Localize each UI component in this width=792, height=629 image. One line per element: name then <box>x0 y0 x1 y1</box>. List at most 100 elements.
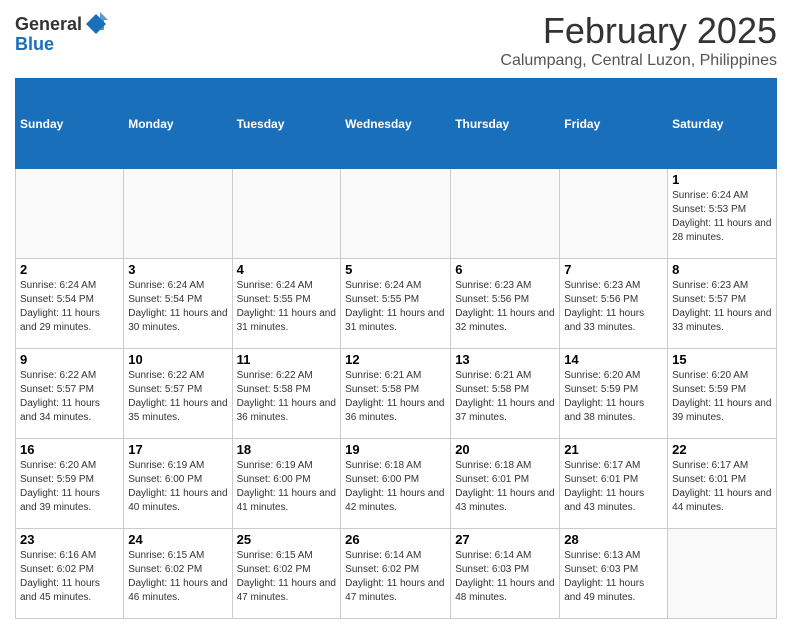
calendar-cell: 8Sunrise: 6:23 AM Sunset: 5:57 PM Daylig… <box>668 259 777 349</box>
day-info: Sunrise: 6:21 AM Sunset: 5:58 PM Dayligh… <box>455 369 555 425</box>
day-number: 23 <box>20 532 119 547</box>
logo: General Blue <box>15 10 110 55</box>
day-number: 10 <box>128 352 227 367</box>
day-number: 17 <box>128 442 227 457</box>
calendar-cell: 22 Sunrise: 6:17 AM Sunset: 6:01 PM Dayli… <box>668 439 777 529</box>
logo-icon <box>82 10 110 38</box>
calendar-cell <box>560 169 668 259</box>
day-info: Sunrise: 6:19 AM Sunset: 6:00 PM Dayligh… <box>237 459 337 515</box>
day-info: Sunrise: 6:24 AM Sunset: 5:55 PM Dayligh… <box>237 279 337 335</box>
calendar-cell: 21 Sunrise: 6:17 AM Sunset: 6:01 PM Dayli… <box>560 439 668 529</box>
header: General Blue February 2025 Calumpang, Ce… <box>15 10 777 70</box>
calendar-cell: 25 Sunrise: 6:15 AM Sunset: 6:02 PM Dayli… <box>232 529 341 619</box>
day-info: Sunrise: 6:18 AM Sunset: 6:00 PM Dayligh… <box>345 459 446 515</box>
day-info: Sunrise: 6:22 AM Sunset: 5:57 PM Dayligh… <box>20 369 119 425</box>
calendar-week-row: 2 Sunrise: 6:24 AM Sunset: 5:54 PM Daylig… <box>16 259 777 349</box>
calendar-cell: 4 Sunrise: 6:24 AM Sunset: 5:55 PM Daylig… <box>232 259 341 349</box>
day-number: 28 <box>564 532 663 547</box>
weekday-header: Monday <box>124 79 232 169</box>
day-number: 27 <box>455 532 555 547</box>
calendar-cell: 15 Sunrise: 6:20 AM Sunset: 5:59 PM Dayli… <box>668 349 777 439</box>
calendar-cell: 19 Sunrise: 6:18 AM Sunset: 6:00 PM Dayli… <box>341 439 451 529</box>
day-info: Sunrise: 6:23 AM Sunset: 5:56 PM Dayligh… <box>564 279 663 335</box>
logo-general-text: General <box>15 14 82 35</box>
weekday-header: Thursday <box>451 79 560 169</box>
calendar-cell: 10Sunrise: 6:22 AM Sunset: 5:57 PM Dayli… <box>124 349 232 439</box>
calendar-cell: 2 Sunrise: 6:24 AM Sunset: 5:54 PM Daylig… <box>16 259 124 349</box>
day-info: Sunrise: 6:24 AM Sunset: 5:54 PM Dayligh… <box>128 279 227 335</box>
weekday-header: Friday <box>560 79 668 169</box>
day-number: 14 <box>564 352 663 367</box>
calendar-table: SundayMondayTuesdayWednesdayThursdayFrid… <box>15 78 777 619</box>
day-info: Sunrise: 6:13 AM Sunset: 6:03 PM Dayligh… <box>564 549 663 605</box>
day-number: 13 <box>455 352 555 367</box>
calendar-cell: 17 Sunrise: 6:19 AM Sunset: 6:00 PM Dayli… <box>124 439 232 529</box>
calendar-cell: 7 Sunrise: 6:23 AM Sunset: 5:56 PM Daylig… <box>560 259 668 349</box>
calendar-cell: 24 Sunrise: 6:15 AM Sunset: 6:02 PM Dayli… <box>124 529 232 619</box>
day-number: 5 <box>345 262 446 277</box>
weekday-header: Sunday <box>16 79 124 169</box>
day-number: 15 <box>672 352 772 367</box>
calendar-cell <box>451 169 560 259</box>
calendar-cell: 26Sunrise: 6:14 AM Sunset: 6:02 PM Dayli… <box>341 529 451 619</box>
calendar-cell <box>232 169 341 259</box>
day-info: Sunrise: 6:21 AM Sunset: 5:58 PM Dayligh… <box>345 369 446 425</box>
calendar-cell: 20 Sunrise: 6:18 AM Sunset: 6:01 PM Dayli… <box>451 439 560 529</box>
day-number: 18 <box>237 442 337 457</box>
day-number: 4 <box>237 262 337 277</box>
day-number: 24 <box>128 532 227 547</box>
calendar-cell: 3 Sunrise: 6:24 AM Sunset: 5:54 PM Daylig… <box>124 259 232 349</box>
calendar-cell <box>668 529 777 619</box>
day-info: Sunrise: 6:14 AM Sunset: 6:03 PM Dayligh… <box>455 549 555 605</box>
day-info: Sunrise: 6:18 AM Sunset: 6:01 PM Dayligh… <box>455 459 555 515</box>
calendar-cell: 14 Sunrise: 6:20 AM Sunset: 5:59 PM Dayli… <box>560 349 668 439</box>
page-container: General Blue February 2025 Calumpang, Ce… <box>0 0 792 629</box>
day-info: Sunrise: 6:20 AM Sunset: 5:59 PM Dayligh… <box>20 459 119 515</box>
day-number: 25 <box>237 532 337 547</box>
day-info: Sunrise: 6:15 AM Sunset: 6:02 PM Dayligh… <box>237 549 337 605</box>
calendar-cell: 27 Sunrise: 6:14 AM Sunset: 6:03 PM Dayli… <box>451 529 560 619</box>
day-number: 2 <box>20 262 119 277</box>
day-number: 7 <box>564 262 663 277</box>
day-info: Sunrise: 6:19 AM Sunset: 6:00 PM Dayligh… <box>128 459 227 515</box>
day-info: Sunrise: 6:24 AM Sunset: 5:54 PM Dayligh… <box>20 279 119 335</box>
day-number: 20 <box>455 442 555 457</box>
calendar-week-row: 16 Sunrise: 6:20 AM Sunset: 5:59 PM Dayli… <box>16 439 777 529</box>
day-info: Sunrise: 6:15 AM Sunset: 6:02 PM Dayligh… <box>128 549 227 605</box>
day-number: 8 <box>672 262 772 277</box>
location: Calumpang, Central Luzon, Philippines <box>500 52 777 70</box>
day-number: 16 <box>20 442 119 457</box>
day-number: 21 <box>564 442 663 457</box>
day-number: 3 <box>128 262 227 277</box>
day-info: Sunrise: 6:23 AM Sunset: 5:56 PM Dayligh… <box>455 279 555 335</box>
calendar-cell: 6Sunrise: 6:23 AM Sunset: 5:56 PM Daylig… <box>451 259 560 349</box>
calendar-cell <box>341 169 451 259</box>
day-info: Sunrise: 6:17 AM Sunset: 6:01 PM Dayligh… <box>564 459 663 515</box>
day-number: 19 <box>345 442 446 457</box>
calendar-week-row: 23 Sunrise: 6:16 AM Sunset: 6:02 PM Dayli… <box>16 529 777 619</box>
calendar-cell: 12 Sunrise: 6:21 AM Sunset: 5:58 PM Dayli… <box>341 349 451 439</box>
calendar-week-row: 1Sunrise: 6:24 AM Sunset: 5:53 PM Daylig… <box>16 169 777 259</box>
day-info: Sunrise: 6:16 AM Sunset: 6:02 PM Dayligh… <box>20 549 119 605</box>
day-info: Sunrise: 6:20 AM Sunset: 5:59 PM Dayligh… <box>564 369 663 425</box>
day-number: 12 <box>345 352 446 367</box>
day-info: Sunrise: 6:22 AM Sunset: 5:58 PM Dayligh… <box>237 369 337 425</box>
weekday-header-row: SundayMondayTuesdayWednesdayThursdayFrid… <box>16 79 777 169</box>
calendar-cell: 13 Sunrise: 6:21 AM Sunset: 5:58 PM Dayli… <box>451 349 560 439</box>
day-info: Sunrise: 6:17 AM Sunset: 6:01 PM Dayligh… <box>672 459 772 515</box>
day-info: Sunrise: 6:20 AM Sunset: 5:59 PM Dayligh… <box>672 369 772 425</box>
calendar-cell: 28 Sunrise: 6:13 AM Sunset: 6:03 PM Dayli… <box>560 529 668 619</box>
calendar-cell: 18 Sunrise: 6:19 AM Sunset: 6:00 PM Dayli… <box>232 439 341 529</box>
calendar-cell: 9 Sunrise: 6:22 AM Sunset: 5:57 PM Daylig… <box>16 349 124 439</box>
day-number: 26 <box>345 532 446 547</box>
calendar-cell: 5Sunrise: 6:24 AM Sunset: 5:55 PM Daylig… <box>341 259 451 349</box>
calendar-cell: 23 Sunrise: 6:16 AM Sunset: 6:02 PM Dayli… <box>16 529 124 619</box>
day-number: 1 <box>672 172 772 187</box>
weekday-header: Tuesday <box>232 79 341 169</box>
weekday-header: Saturday <box>668 79 777 169</box>
calendar-cell <box>124 169 232 259</box>
day-number: 11 <box>237 352 337 367</box>
day-number: 22 <box>672 442 772 457</box>
day-number: 9 <box>20 352 119 367</box>
calendar-cell: 1Sunrise: 6:24 AM Sunset: 5:53 PM Daylig… <box>668 169 777 259</box>
